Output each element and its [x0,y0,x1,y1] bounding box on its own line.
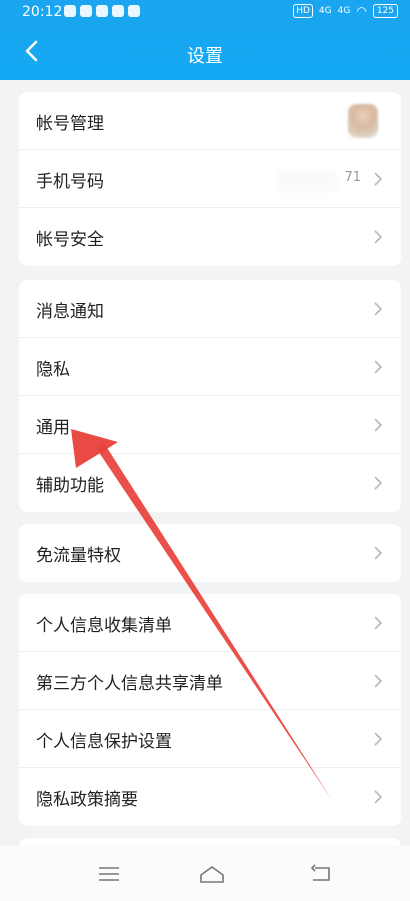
video-icon [96,5,108,17]
general-row[interactable]: 通用 [19,396,401,454]
personal-info-group: 个人信息收集清单 第三方个人信息共享清单 个人信息保护设置 隐私政策摘要 [19,594,401,826]
data-privilege-group: 免流量特权 [19,524,401,582]
message-icon [112,5,124,17]
privacy-policy-summary-row[interactable]: 隐私政策摘要 [19,768,401,826]
chevron-right-icon [374,790,383,804]
account-security-row[interactable]: 帐号安全 [19,208,401,266]
signal-4g-icon: 4G [318,6,332,16]
row-label: 帐号管理 [36,114,104,134]
personal-info-collection-row[interactable]: 个人信息收集清单 [19,594,401,652]
third-party-sharing-row[interactable]: 第三方个人信息共享清单 [19,652,401,710]
home-icon [200,866,224,883]
chevron-right-icon [374,616,383,630]
avatar [348,104,378,138]
back-icon [310,864,330,881]
signal-4g-icon: 4G [337,6,351,16]
chevron-right-icon [374,360,383,374]
row-label: 个人信息保护设置 [36,732,172,752]
row-label: 隐私 [36,360,70,380]
row-label: 免流量特权 [36,546,121,566]
app-icon [128,5,140,17]
wifi-icon: ◠ [356,4,367,18]
row-label: 帐号安全 [36,230,104,250]
chevron-right-icon [374,230,383,244]
app-icon [80,5,92,17]
accessibility-row[interactable]: 辅助功能 [19,454,401,512]
chevron-right-icon [374,172,383,186]
row-label: 通用 [36,418,70,438]
page-title: 设置 [187,46,223,67]
account-group: 帐号管理 手机号码 71 帐号安全 [19,92,401,266]
row-label: 个人信息收集清单 [36,616,172,636]
chevron-right-icon [374,302,383,316]
row-label: 辅助功能 [36,476,104,496]
status-indicators: HD 4G 4G ◠ 125 [293,4,398,18]
status-app-icons [64,5,140,17]
row-label: 第三方个人信息共享清单 [36,674,223,694]
system-navigation-bar [0,846,410,901]
phone-number-row[interactable]: 手机号码 71 [19,150,401,208]
row-label: 手机号码 [36,172,104,192]
battery-icon: 125 [372,4,398,18]
home-button[interactable] [198,864,224,884]
free-data-privilege-row[interactable]: 免流量特权 [19,524,401,582]
menu-icon [99,867,119,881]
chevron-right-icon [374,732,383,746]
menu-button[interactable] [96,864,122,884]
status-bar: 20:12 HD 4G 4G ◠ 125 [0,0,410,24]
hd-badge: HD [293,4,313,18]
nav-bar: 设置 [0,24,410,80]
redacted-phone-mask [277,170,337,192]
personal-info-protection-row[interactable]: 个人信息保护设置 [19,710,401,768]
chevron-right-icon [374,674,383,688]
phone-number-value: 71 [344,170,361,185]
row-label: 消息通知 [36,302,104,322]
back-nav-button[interactable] [308,864,334,884]
privacy-row[interactable]: 隐私 [19,338,401,396]
status-time: 20:12 [22,4,63,20]
row-label: 隐私政策摘要 [36,790,138,810]
general-group: 消息通知 隐私 通用 辅助功能 [19,280,401,512]
chevron-right-icon [374,418,383,432]
chevron-right-icon [374,546,383,560]
chevron-right-icon [374,476,383,490]
account-management-row[interactable]: 帐号管理 [19,92,401,150]
tiktok-icon [64,5,76,17]
message-notification-row[interactable]: 消息通知 [19,280,401,338]
